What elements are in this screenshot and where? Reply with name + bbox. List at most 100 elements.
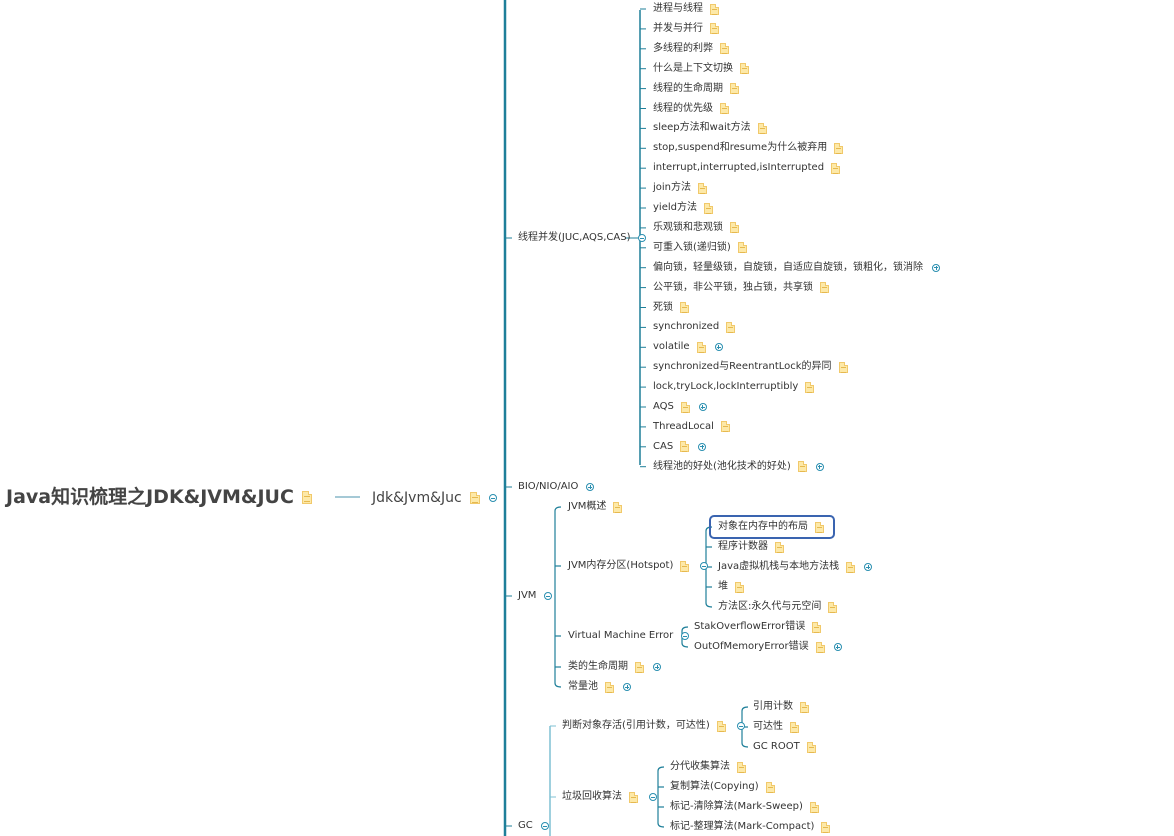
topic-vm-stack[interactable]: Java虚拟机栈与本地方法栈 [718, 560, 873, 574]
topic-gc-root[interactable]: GC ROOT [753, 740, 816, 754]
topic-concurrency-item[interactable]: 偏向锁，轻量级锁，自旋锁，自适应自旋锁，锁粗化，锁消除 [653, 261, 940, 275]
note-icon[interactable] [790, 721, 799, 733]
topic-concurrency-item[interactable]: 并发与并行 [653, 22, 719, 36]
expand-toggle-icon[interactable] [864, 563, 873, 571]
topic-concurrency-item[interactable]: sleep方法和wait方法 [653, 121, 767, 135]
topic-method-area[interactable]: 方法区:永久代与元空间 [718, 600, 838, 614]
topic-heap[interactable]: 堆 [718, 580, 744, 594]
note-icon[interactable] [710, 3, 719, 15]
topic-concurrency-item[interactable]: 多线程的利弊 [653, 42, 729, 56]
note-icon[interactable] [820, 282, 829, 294]
topic-concurrency-item[interactable]: AQS [653, 400, 707, 414]
topic-concurrency-item[interactable]: synchronized与ReentrantLock的异同 [653, 360, 848, 374]
note-icon[interactable] [635, 661, 644, 673]
topic-concurrency-item[interactable]: 线程池的好处(池化技术的好处) [653, 460, 824, 474]
topic-concurrency-item[interactable]: synchronized [653, 320, 736, 334]
note-icon[interactable] [680, 441, 690, 453]
note-icon[interactable] [469, 492, 480, 504]
topic-class-lifecycle[interactable]: 类的生命周期 [568, 660, 661, 674]
note-icon[interactable] [720, 421, 730, 433]
note-icon[interactable] [680, 560, 690, 572]
collapse-toggle-icon[interactable] [540, 822, 549, 830]
note-icon[interactable] [710, 23, 719, 35]
branch-jvm[interactable]: JVM [518, 589, 553, 603]
collapse-toggle-icon[interactable] [736, 722, 745, 730]
note-icon[interactable] [737, 242, 747, 254]
topic-copying[interactable]: 复制算法(Copying) [670, 780, 775, 794]
topic-ref-count[interactable]: 引用计数 [753, 700, 809, 714]
note-icon[interactable] [838, 361, 848, 373]
topic-concurrency-item[interactable]: 乐观锁和悲观锁 [653, 221, 739, 235]
collapse-toggle-icon[interactable] [700, 562, 709, 570]
note-icon[interactable] [740, 63, 749, 75]
branch-io[interactable]: BIO/NIO/AIO [518, 480, 595, 494]
main-topic[interactable]: Jdk&Jvm&Juc [372, 489, 497, 507]
topic-concurrency-item[interactable]: 线程的生命周期 [653, 82, 739, 96]
note-icon[interactable] [815, 641, 825, 653]
collapse-toggle-icon[interactable] [681, 632, 690, 640]
collapse-toggle-icon[interactable] [544, 592, 553, 600]
note-icon[interactable] [757, 122, 767, 134]
note-icon[interactable] [831, 162, 841, 174]
topic-concurrency-item[interactable]: yield方法 [653, 201, 713, 215]
topic-gc-algorithms[interactable]: 垃圾回收算法 [562, 790, 657, 804]
note-icon[interactable] [846, 561, 856, 573]
topic-concurrency-item[interactable]: lock,tryLock,lockInterruptibly [653, 380, 815, 394]
expand-toggle-icon[interactable] [815, 462, 824, 471]
topic-stackoverflow[interactable]: StakOverflowError错误 [694, 620, 822, 634]
topic-mark-sweep[interactable]: 标记-清除算法(Mark-Sweep) [670, 800, 819, 814]
note-icon[interactable] [806, 741, 816, 753]
topic-generational[interactable]: 分代收集算法 [670, 760, 746, 774]
expand-toggle-icon[interactable] [653, 663, 661, 671]
collapse-toggle-icon[interactable] [488, 494, 497, 502]
topic-concurrency-item[interactable]: 什么是上下文切换 [653, 62, 749, 76]
collapse-toggle-icon[interactable] [638, 234, 647, 242]
root-topic[interactable]: Java知识梳理之JDK&JVM&JUC [6, 485, 312, 509]
topic-concurrency-item[interactable]: CAS [653, 440, 707, 454]
note-icon[interactable] [680, 401, 690, 413]
note-icon[interactable] [737, 761, 746, 773]
note-icon[interactable] [698, 182, 708, 194]
topic-jvm-memory[interactable]: JVM内存分区(Hotspot) [568, 559, 709, 573]
topic-concurrency-item[interactable]: 公平锁，非公平锁，独占锁，共享锁 [653, 281, 829, 295]
note-icon[interactable] [815, 521, 824, 533]
topic-concurrency-item[interactable]: interrupt,interrupted,isInterrupted [653, 161, 841, 175]
topic-concurrency-item[interactable]: stop,suspend和resume为什么被弃用 [653, 141, 844, 155]
topic-mark-compact[interactable]: 标记-整理算法(Mark-Compact) [670, 820, 831, 834]
note-icon[interactable] [800, 701, 809, 713]
topic-vm-error[interactable]: Virtual Machine Error [568, 629, 690, 643]
note-icon[interactable] [730, 83, 739, 95]
note-icon[interactable] [720, 43, 729, 55]
branch-concurrency[interactable]: 线程并发(JUC,AQS,CAS) [518, 231, 647, 245]
note-icon[interactable] [775, 541, 784, 553]
note-icon[interactable] [809, 801, 819, 813]
note-icon[interactable] [735, 581, 744, 593]
topic-jvm-overview[interactable]: JVM概述 [568, 500, 623, 514]
expand-toggle-icon[interactable] [623, 683, 631, 691]
note-icon[interactable] [805, 381, 815, 393]
note-icon[interactable] [730, 222, 739, 234]
expand-toggle-icon[interactable] [698, 403, 707, 411]
note-icon[interactable] [680, 302, 689, 313]
topic-concurrency-item[interactable]: join方法 [653, 181, 708, 195]
topic-constant-pool[interactable]: 常量池 [568, 680, 631, 694]
note-icon[interactable] [821, 821, 831, 833]
topic-concurrency-item[interactable]: 死锁 [653, 301, 689, 315]
note-icon[interactable] [716, 720, 726, 732]
collapse-toggle-icon[interactable] [649, 793, 657, 801]
note-icon[interactable] [797, 461, 807, 473]
note-icon[interactable] [629, 791, 638, 803]
topic-concurrency-item[interactable]: 可重入锁(递归锁) [653, 241, 747, 255]
note-icon[interactable] [834, 142, 844, 154]
mindmap-canvas[interactable]: Java知识梳理之JDK&JVM&JUC Jdk&Jvm&Juc 线程并发(JU… [0, 0, 1174, 836]
topic-reachability[interactable]: 可达性 [753, 720, 799, 734]
expand-toggle-icon[interactable] [714, 343, 723, 352]
note-icon[interactable] [720, 103, 729, 114]
topic-concurrency-item[interactable]: ThreadLocal [653, 420, 730, 434]
note-icon[interactable] [828, 601, 838, 613]
branch-gc[interactable]: GC [518, 819, 549, 833]
note-icon[interactable] [726, 321, 736, 333]
note-icon[interactable] [301, 490, 312, 504]
note-icon[interactable] [765, 781, 775, 793]
note-icon[interactable] [605, 681, 614, 693]
